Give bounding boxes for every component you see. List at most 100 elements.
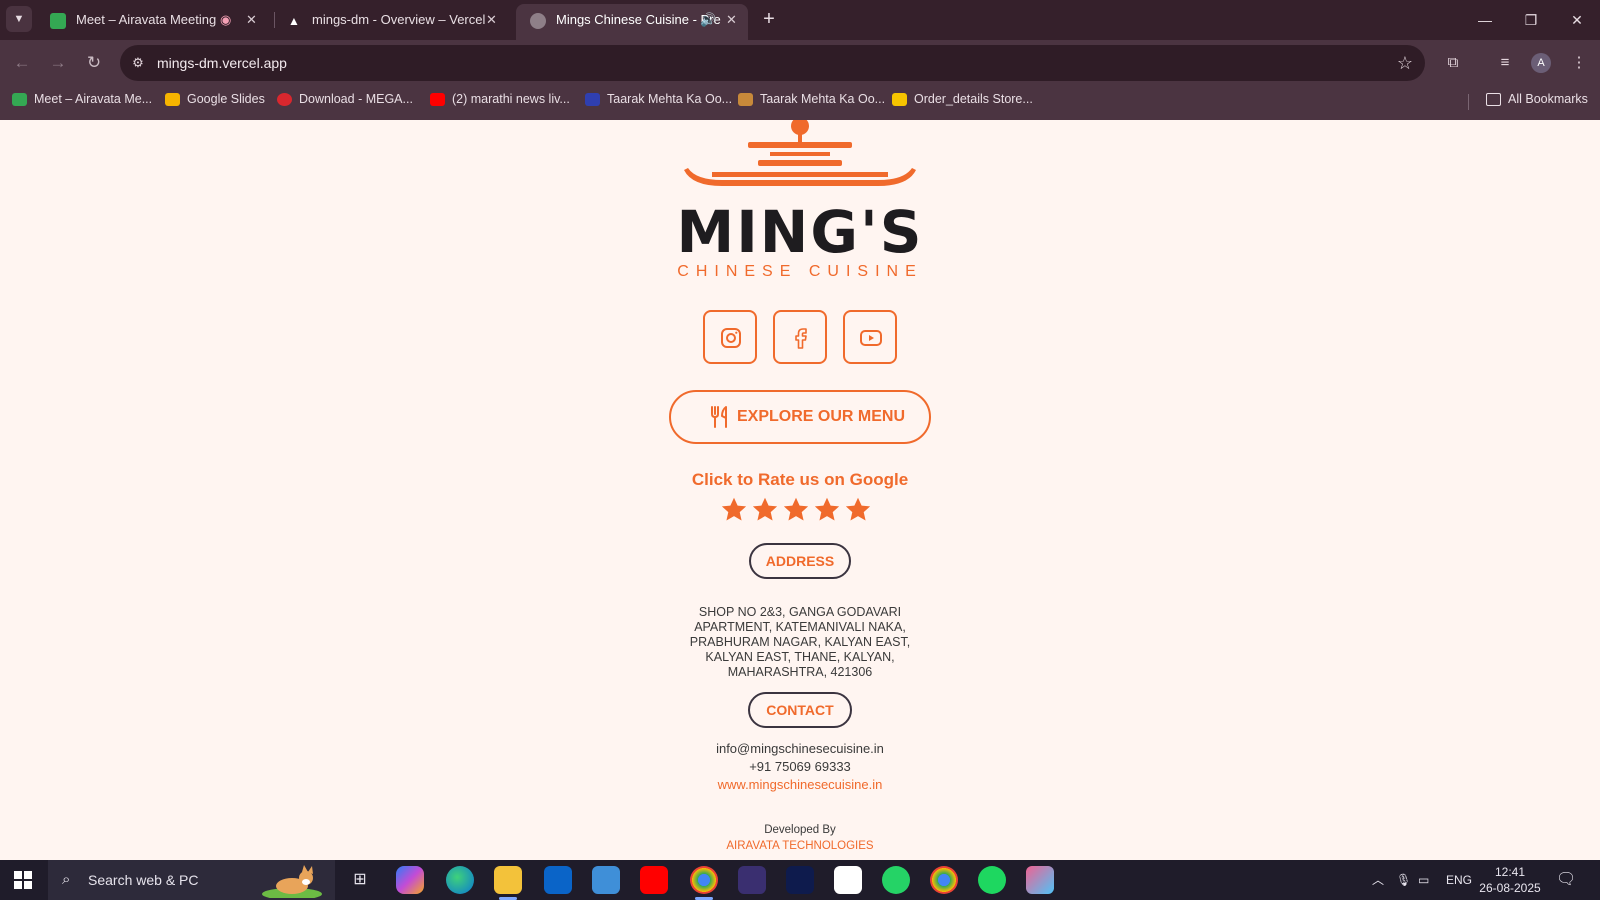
- menu-icon[interactable]: ⋮: [1567, 51, 1591, 75]
- bookmark-item[interactable]: Meet – Airavata Me...: [12, 86, 152, 118]
- star-icon[interactable]: [844, 496, 872, 524]
- youtube-button[interactable]: [843, 310, 897, 364]
- youtube-icon: [430, 93, 445, 106]
- notifications-icon[interactable]: 🗨: [1556, 860, 1576, 900]
- clock[interactable]: 12:41 26-08-2025: [1470, 864, 1550, 896]
- tab-vercel[interactable]: ▲ mings-dm - Overview – Vercel ✕: [272, 4, 508, 40]
- phone-text[interactable]: +91 75069 69333: [0, 759, 1600, 774]
- paint-icon[interactable]: [1026, 866, 1054, 894]
- address-button[interactable]: ADDRESS: [749, 543, 851, 579]
- youtube-app-icon[interactable]: [640, 866, 668, 894]
- back-button[interactable]: ←: [10, 51, 34, 75]
- file-explorer-icon[interactable]: [494, 866, 522, 894]
- search-icon: ⌕: [62, 871, 71, 888]
- outlook-icon[interactable]: [544, 866, 572, 894]
- tab-search-dropdown[interactable]: ▼: [6, 6, 32, 32]
- copilot-icon[interactable]: [396, 866, 424, 894]
- search-placeholder: Search web & PC: [88, 872, 199, 888]
- facebook-button[interactable]: [773, 310, 827, 364]
- instagram-button[interactable]: [703, 310, 757, 364]
- fork-knife-icon: [711, 406, 727, 428]
- bookmark-star-icon[interactable]: ☆: [1397, 52, 1413, 74]
- vercel-icon: ▲: [288, 14, 300, 28]
- spotify-icon[interactable]: [978, 866, 1006, 894]
- website-link[interactable]: www.mingschinesecuisine.in: [0, 777, 1600, 792]
- close-icon[interactable]: ✕: [726, 4, 737, 36]
- bookmark-label: Download - MEGA...: [299, 92, 413, 106]
- bookmark-item[interactable]: Google Slides: [165, 86, 265, 118]
- url-text[interactable]: mings-dm.vercel.app: [157, 45, 287, 81]
- bookmark-divider: [1468, 94, 1469, 110]
- edge-icon[interactable]: [446, 866, 474, 894]
- bookmark-label: (2) marathi news liv...: [452, 92, 570, 106]
- logo-subtitle: CHINESE CUISINE: [677, 263, 923, 280]
- youtube-icon: [860, 330, 882, 346]
- restore-button[interactable]: ❐: [1508, 0, 1554, 40]
- windows-start-icon[interactable]: [14, 871, 32, 889]
- bookmark-label: Meet – Airavata Me...: [34, 92, 153, 106]
- bookmarks-bar: Meet – Airavata Me... Google Slides Down…: [0, 86, 1600, 120]
- folder-icon: [1486, 93, 1501, 106]
- all-bookmarks-label: All Bookmarks: [1508, 92, 1588, 106]
- address-text: SHOP NO 2&3, GANGA GODAVARI APARTMENT, KA…: [680, 605, 920, 680]
- new-tab-button[interactable]: +: [756, 6, 782, 32]
- minimize-button[interactable]: —: [1462, 0, 1508, 40]
- globe-icon: [530, 13, 546, 29]
- star-icon[interactable]: [813, 496, 841, 524]
- explore-menu-label: EXPLORE OUR MENU: [737, 408, 906, 425]
- hotstar-icon[interactable]: [786, 866, 814, 894]
- star-icon[interactable]: [782, 496, 810, 524]
- chrome-profile-icon[interactable]: [930, 866, 958, 894]
- sony-liv-icon[interactable]: [738, 866, 766, 894]
- photos-icon[interactable]: [592, 866, 620, 894]
- tab-title: Meet – Airavata Meeting: [76, 12, 217, 27]
- task-view-icon[interactable]: ⊞: [346, 866, 374, 894]
- bookmark-item[interactable]: Taarak Mehta Ka Oo...: [738, 86, 885, 118]
- media-control-icon[interactable]: ≡: [1493, 51, 1517, 75]
- star-icon[interactable]: [720, 496, 748, 524]
- bookmark-item[interactable]: Taarak Mehta Ka Oo...: [585, 86, 732, 118]
- email-text[interactable]: info@mingschinesecuisine.in: [0, 741, 1600, 756]
- microphone-icon[interactable]: 🎙: [1396, 860, 1411, 900]
- speaker-icon[interactable]: 🔊: [700, 4, 716, 36]
- network-icon[interactable]: ▭: [1418, 860, 1429, 900]
- bookmark-label: Order_details Store...: [914, 92, 1033, 106]
- tab-title: Mings Chinese Cuisine - Pre: [556, 12, 721, 27]
- site-info-icon[interactable]: ⚙: [128, 53, 148, 73]
- tab-title: mings-dm - Overview – Vercel: [312, 12, 486, 27]
- forward-button[interactable]: →: [46, 51, 70, 75]
- tab-meet[interactable]: Meet – Airavata Meeting ◉ ✕: [36, 4, 268, 40]
- explore-menu-button[interactable]: EXPLORE OUR MENU: [669, 390, 931, 444]
- facebook-icon: [795, 328, 807, 349]
- all-bookmarks[interactable]: All Bookmarks: [1486, 86, 1588, 118]
- star-icon[interactable]: [751, 496, 779, 524]
- profile-avatar[interactable]: A: [1531, 53, 1551, 73]
- address-line: SHOP NO 2&3, GANGA GODAVARI: [698, 605, 902, 619]
- capcut-icon[interactable]: [834, 866, 862, 894]
- tab-mings[interactable]: Mings Chinese Cuisine - Pre 🔊 ✕: [516, 4, 748, 40]
- address-bar[interactable]: ⚙ mings-dm.vercel.app ☆: [120, 45, 1425, 81]
- address-line: PRABHURAM NAGAR, KALYAN EAST,: [689, 635, 911, 649]
- mega-icon: [277, 93, 292, 106]
- close-window-button[interactable]: ✕: [1554, 0, 1600, 40]
- whatsapp-icon[interactable]: [882, 866, 910, 894]
- tray-overflow-icon[interactable]: ︿: [1372, 860, 1384, 900]
- extensions-icon[interactable]: ⧉: [1441, 51, 1465, 75]
- bookmark-label: Taarak Mehta Ka Oo...: [607, 92, 733, 106]
- bookmark-label: Taarak Mehta Ka Oo...: [760, 92, 886, 106]
- contact-button[interactable]: CONTACT: [748, 692, 852, 728]
- bookmark-item[interactable]: (2) marathi news liv...: [430, 86, 570, 118]
- developer-link[interactable]: AIRAVATA TECHNOLOGIES: [0, 840, 1600, 852]
- pagoda-logo-icon: [684, 120, 916, 186]
- reload-button[interactable]: ↻: [82, 51, 106, 75]
- google-slides-icon: [165, 93, 180, 106]
- address-line: KALYAN EAST, THANE, KALYAN,: [705, 650, 895, 664]
- rate-google-link[interactable]: Click to Rate us on Google: [0, 470, 1600, 490]
- close-icon[interactable]: ✕: [246, 4, 257, 36]
- bookmark-item[interactable]: Order_details Store...: [892, 86, 1033, 118]
- chrome-icon[interactable]: [690, 866, 718, 894]
- bookmark-item[interactable]: Download - MEGA...: [277, 86, 413, 118]
- close-icon[interactable]: ✕: [486, 4, 497, 36]
- language-indicator[interactable]: ENG: [1446, 860, 1472, 900]
- rating-stars[interactable]: [720, 496, 880, 528]
